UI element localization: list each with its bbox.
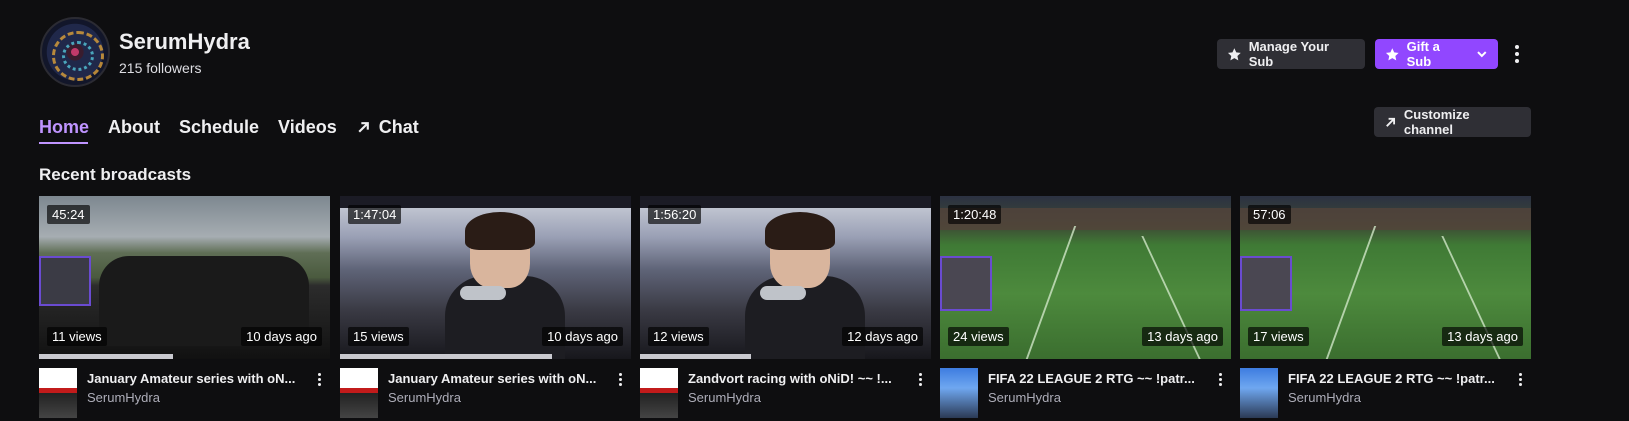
views-badge: 17 views <box>1248 327 1309 346</box>
duration-badge: 45:24 <box>47 205 90 224</box>
follower-count: 215 followers <box>119 59 202 76</box>
video-meta: January Amateur series with oN... SerumH… <box>340 368 631 418</box>
active-tab-indicator <box>39 142 88 144</box>
channel-name[interactable]: SerumHydra <box>119 29 250 55</box>
tab-chat-label: Chat <box>378 117 419 137</box>
gift-sub-button[interactable]: Gift a Sub <box>1375 39 1498 69</box>
watch-progress-bar <box>640 354 751 359</box>
views-badge: 24 views <box>948 327 1009 346</box>
customize-label: Customize channel <box>1403 107 1470 137</box>
external-arrow-icon <box>1386 117 1396 127</box>
channel-header: SerumHydra 215 followers <box>40 17 250 87</box>
video-thumbnail[interactable]: 45:24 11 views 10 days ago <box>39 196 330 359</box>
video-thumbnail[interactable]: 57:06 17 views 13 days ago <box>1240 196 1531 359</box>
channel-avatar[interactable] <box>40 17 110 87</box>
date-badge: 13 days ago <box>1442 327 1523 346</box>
section-title: Recent broadcasts <box>39 165 192 184</box>
video-title[interactable]: FIFA 22 LEAGUE 2 RTG ~~ !patr... <box>1288 370 1510 387</box>
duration-badge: 57:06 <box>1248 205 1291 224</box>
chevron-down-icon <box>1477 51 1487 58</box>
video-title[interactable]: FIFA 22 LEAGUE 2 RTG ~~ !patr... <box>988 370 1210 387</box>
video-meta: Zandvort racing with oNiD! ~~ !... Serum… <box>640 368 931 418</box>
manage-sub-button[interactable]: Manage Your Sub <box>1217 39 1365 69</box>
duration-badge: 1:20:48 <box>948 205 1002 224</box>
video-author[interactable]: SerumHydra <box>1288 390 1510 405</box>
video-card[interactable]: 45:24 11 views 10 days ago January Amate… <box>39 196 330 418</box>
video-author[interactable]: SerumHydra <box>688 390 910 405</box>
video-title[interactable]: Zandvort racing with oNiD! ~~ !... <box>688 370 910 387</box>
tab-chat[interactable]: Chat <box>356 116 419 138</box>
tab-about[interactable]: About <box>108 116 160 138</box>
more-options-icon[interactable] <box>1515 371 1525 387</box>
video-author[interactable]: SerumHydra <box>988 390 1210 405</box>
tab-home[interactable]: Home <box>39 116 89 138</box>
video-thumbnail[interactable]: 1:47:04 15 views 10 days ago <box>340 196 631 359</box>
video-title[interactable]: January Amateur series with oN... <box>87 370 309 387</box>
video-meta: FIFA 22 LEAGUE 2 RTG ~~ !patr... SerumHy… <box>1240 368 1531 418</box>
tab-schedule[interactable]: Schedule <box>179 116 259 138</box>
watch-progress-bar <box>39 354 173 359</box>
game-boxart[interactable] <box>39 368 77 418</box>
more-options-icon[interactable] <box>1215 371 1225 387</box>
date-badge: 12 days ago <box>842 327 923 346</box>
video-card[interactable]: 1:56:20 12 views 12 days ago Zandvort ra… <box>640 196 931 418</box>
date-badge: 10 days ago <box>241 327 322 346</box>
date-badge: 13 days ago <box>1142 327 1223 346</box>
more-options-icon[interactable] <box>1507 40 1527 68</box>
game-boxart[interactable] <box>1240 368 1278 418</box>
video-title[interactable]: January Amateur series with oN... <box>388 370 610 387</box>
channel-nav: Home About Schedule Videos Chat <box>39 116 438 138</box>
star-icon <box>1385 47 1399 60</box>
video-card[interactable]: 1:47:04 15 views 10 days ago January Ama… <box>340 196 631 418</box>
video-author[interactable]: SerumHydra <box>388 390 610 405</box>
views-badge: 11 views <box>47 327 107 346</box>
external-arrow-icon <box>358 121 369 133</box>
video-thumbnail[interactable]: 1:20:48 24 views 13 days ago <box>940 196 1231 359</box>
game-boxart[interactable] <box>940 368 978 418</box>
game-boxart[interactable] <box>640 368 678 418</box>
date-badge: 10 days ago <box>542 327 623 346</box>
views-badge: 15 views <box>348 327 409 346</box>
gift-sub-label: Gift a Sub <box>1406 39 1440 69</box>
more-options-icon[interactable] <box>615 371 625 387</box>
video-card[interactable]: 57:06 17 views 13 days ago FIFA 22 LEAGU… <box>1240 196 1531 418</box>
customize-channel-button[interactable]: Customize channel <box>1374 107 1531 137</box>
video-meta: FIFA 22 LEAGUE 2 RTG ~~ !patr... SerumHy… <box>940 368 1231 418</box>
video-card[interactable]: 1:20:48 24 views 13 days ago FIFA 22 LEA… <box>940 196 1231 418</box>
watch-progress-bar <box>340 354 553 359</box>
more-options-icon[interactable] <box>314 371 324 387</box>
video-meta: January Amateur series with oN... SerumH… <box>39 368 330 418</box>
star-icon <box>1227 47 1241 60</box>
game-boxart[interactable] <box>340 368 378 418</box>
video-thumbnail[interactable]: 1:56:20 12 views 12 days ago <box>640 196 931 359</box>
duration-badge: 1:56:20 <box>648 205 702 224</box>
channel-info: SerumHydra 215 followers <box>119 29 250 76</box>
video-author[interactable]: SerumHydra <box>87 390 309 405</box>
tab-videos[interactable]: Videos <box>278 116 337 138</box>
manage-sub-label: Manage Your Sub <box>1248 39 1330 69</box>
duration-badge: 1:47:04 <box>348 205 402 224</box>
more-options-icon[interactable] <box>915 371 925 387</box>
views-badge: 12 views <box>648 327 709 346</box>
